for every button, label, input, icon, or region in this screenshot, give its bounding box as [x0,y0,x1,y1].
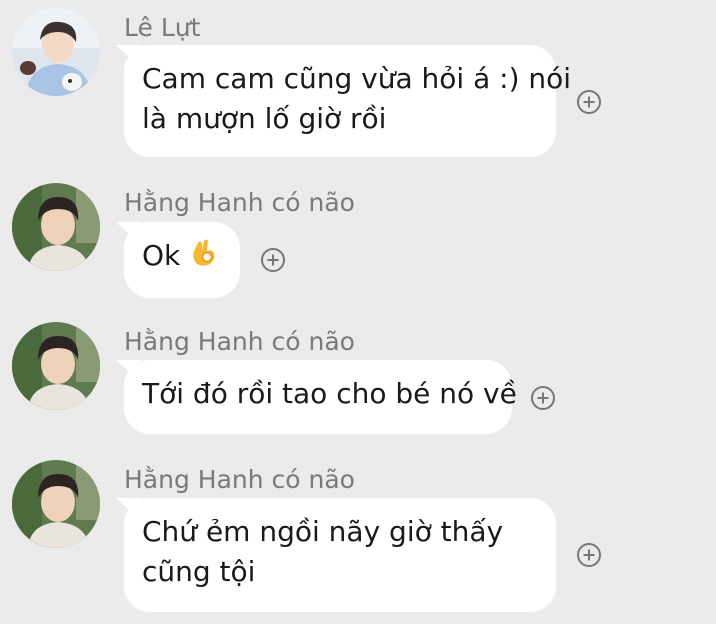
add-reaction-icon[interactable] [260,247,286,273]
add-reaction-icon[interactable] [576,89,602,115]
message-bubble[interactable]: Ok [124,222,240,298]
avatar[interactable] [12,8,100,96]
message-text-ok: Ok [142,239,181,272]
add-reaction-icon[interactable] [576,542,602,568]
message-row: Hằng Hanh có não Ok [0,170,716,310]
avatar[interactable] [12,183,100,271]
message-bubble[interactable]: Chứ ẻm ngồi nãy giờ thấy cũng tội [124,498,556,612]
message-text: Cam cam cũng vừa hỏi á :) nói [142,62,572,95]
add-reaction-icon[interactable] [530,385,556,411]
avatar[interactable] [12,322,100,410]
message-text: Ok [142,236,222,278]
message-row: Lê Lựt Cam cam cũng vừa hỏi á :) nói là … [0,0,716,170]
sender-name: Hằng Hanh có não [124,465,355,494]
sender-name: Lê Lựt [124,13,201,42]
sender-name: Hằng Hanh có não [124,327,355,356]
message-bubble[interactable]: Tới đó rồi tao cho bé nó về [124,360,517,434]
message-row: Hằng Hanh có não Tới đó rồi tao cho bé n… [0,310,716,450]
sender-name: Hằng Hanh có não [124,188,355,217]
message-bubble[interactable]: Cam cam cũng vừa hỏi á :) nói là mượn lố… [124,45,572,157]
message-text: cũng tội [142,555,256,588]
message-text: Chứ ẻm ngồi nãy giờ thấy [142,515,504,548]
message-text: Tới đó rồi tao cho bé nó về [142,377,517,410]
message-text: là mượn lố giờ rồi [142,102,387,135]
avatar[interactable] [12,460,100,548]
message-row: Hằng Hanh có não Chứ ẻm ngồi nãy giờ thấ… [0,450,716,624]
ok-hand-emoji [190,237,218,278]
